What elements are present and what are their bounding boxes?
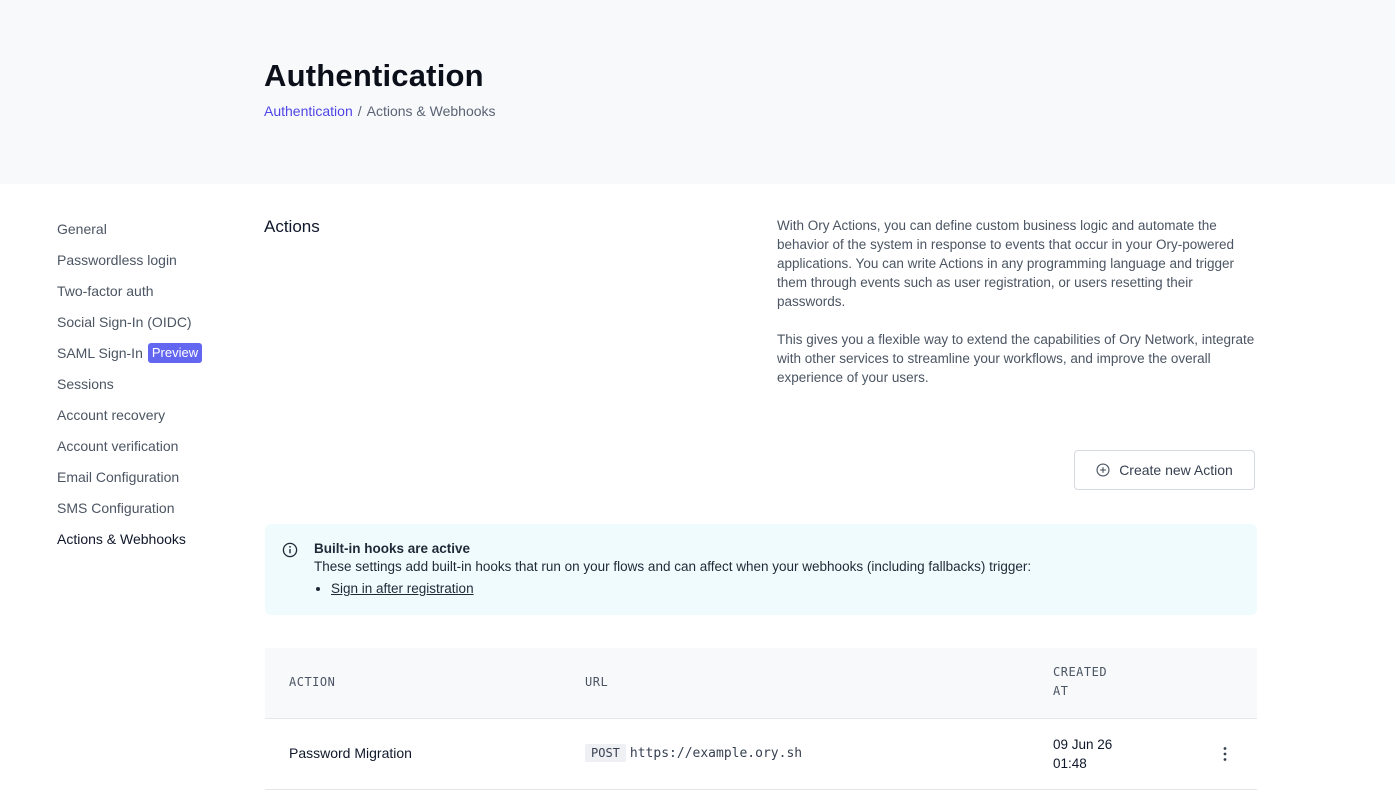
preview-badge: Preview [147, 342, 203, 363]
actions-table: ACTION URL CREATED AT Password Migration… [265, 648, 1257, 790]
breadcrumb-separator: / [357, 103, 362, 119]
sidebar-item-label: Account verification [57, 437, 179, 454]
sidebar-item-label: General [57, 220, 107, 237]
description-paragraph: With Ory Actions, you can define custom … [777, 218, 1235, 309]
create-button-label: Create new Action [1119, 462, 1233, 478]
column-header-url: URL [585, 675, 609, 689]
page-header: Authentication Authentication / Actions & … [0, 0, 1395, 184]
list-item: Sign in after registration [331, 581, 474, 596]
description-paragraph: This gives you a flexible way to extend … [777, 332, 1255, 385]
sidebar-nav: General Passwordless login Two-factor au… [57, 213, 247, 554]
sidebar-item-label: Account recovery [57, 406, 166, 423]
created-time: 01:48 [1053, 756, 1087, 771]
sidebar-item-actions-webhooks[interactable]: Actions & Webhooks [57, 523, 247, 554]
http-method-badge: POST [585, 744, 626, 762]
sidebar-item-label: Actions & Webhooks [57, 530, 186, 547]
create-new-action-button[interactable]: Create new Action [1074, 450, 1255, 490]
more-vertical-icon[interactable] [1217, 745, 1233, 763]
breadcrumb: Authentication / Actions & Webhooks [264, 103, 496, 119]
sidebar-item-label: SMS Configuration [57, 499, 175, 516]
created-at-cell: 09 Jun 26 01:48 [1053, 735, 1112, 773]
table-header: ACTION URL CREATED AT [265, 648, 1257, 719]
sidebar-item-sessions[interactable]: Sessions [57, 368, 247, 399]
info-circle-icon [282, 542, 298, 563]
page-title: Authentication [264, 58, 484, 93]
breadcrumb-link-authentication[interactable]: Authentication [264, 103, 353, 119]
info-callout: Built-in hooks are active These settings… [265, 524, 1257, 615]
section-description: With Ory Actions, you can define custom … [777, 216, 1259, 406]
sidebar-item-account-verification[interactable]: Account verification [57, 430, 247, 461]
info-text: These settings add built-in hooks that r… [314, 559, 1032, 574]
created-date: 09 Jun 26 [1053, 737, 1113, 752]
sidebar-item-label: Email Configuration [57, 468, 180, 485]
sidebar-item-general[interactable]: General [57, 213, 247, 244]
sidebar-item-passwordless-login[interactable]: Passwordless login [57, 244, 247, 275]
action-name: Password Migration [289, 745, 412, 761]
info-list: Sign in after registration [314, 581, 474, 596]
action-url: https://example.ory.sh [629, 746, 803, 761]
sidebar-item-label: Social Sign-In (OIDC) [57, 313, 192, 330]
sidebar-item-label: SAML Sign-In [57, 344, 143, 361]
info-title: Built-in hooks are active [314, 541, 471, 556]
breadcrumb-current: Actions & Webhooks [366, 103, 496, 119]
column-header-action: ACTION [289, 675, 336, 689]
section-title: Actions [264, 217, 320, 236]
sidebar-item-saml-sign-in[interactable]: SAML Sign-In Preview [57, 337, 247, 368]
sidebar-item-label: Sessions [57, 375, 114, 392]
action-url-cell: POST https://example.ory.sh [585, 744, 802, 762]
sidebar-item-social-sign-in[interactable]: Social Sign-In (OIDC) [57, 306, 247, 337]
sign-in-after-registration-link[interactable]: Sign in after registration [331, 581, 474, 596]
sidebar-item-sms-configuration[interactable]: SMS Configuration [57, 492, 247, 523]
plus-circle-icon [1096, 463, 1110, 477]
sidebar-item-label: Passwordless login [57, 251, 177, 268]
sidebar-item-two-factor-auth[interactable]: Two-factor auth [57, 275, 247, 306]
sidebar-item-label: Two-factor auth [57, 282, 154, 299]
table-row[interactable]: Password Migration POST https://example.o… [265, 719, 1257, 790]
column-header-created-at: CREATED AT [1053, 665, 1108, 698]
sidebar-item-email-configuration[interactable]: Email Configuration [57, 461, 247, 492]
sidebar-item-account-recovery[interactable]: Account recovery [57, 399, 247, 430]
